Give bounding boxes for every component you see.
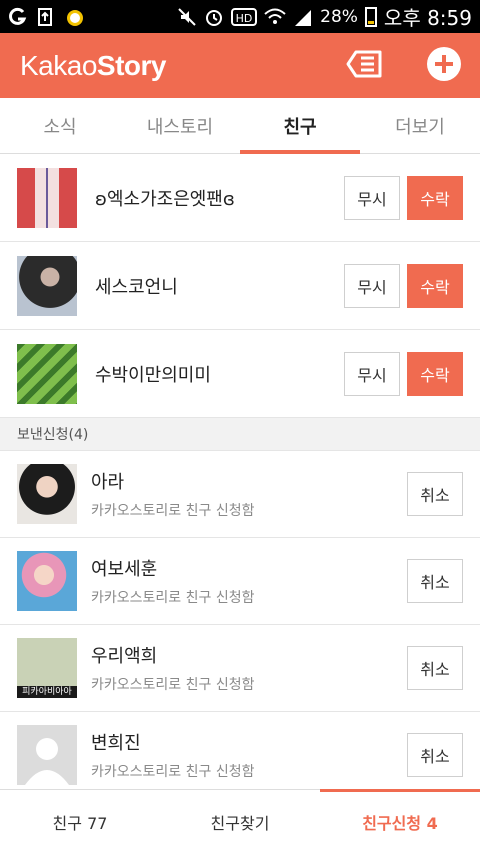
- ignore-button[interactable]: 무시: [344, 263, 400, 308]
- sent-request-row: 피카아비아아 우리액희 카카오스토리로 친구 신청함 취소: [0, 625, 480, 712]
- menu-list-icon[interactable]: [342, 44, 386, 88]
- app-notification-icon: [8, 7, 28, 27]
- accept-button[interactable]: 수락: [407, 351, 463, 396]
- tab-friends[interactable]: 친구: [240, 98, 360, 154]
- friend-request-row: 수박이만의미미 무시 수락: [0, 330, 480, 418]
- battery-icon: [364, 6, 377, 27]
- hd-icon: HD: [231, 7, 258, 27]
- tab-friends-count[interactable]: 친구 77: [0, 790, 160, 853]
- cancel-button[interactable]: 취소: [407, 472, 463, 516]
- requester-name: 수박이만의미미: [95, 364, 211, 386]
- request-status: 카카오스토리로 친구 신청함: [91, 764, 255, 780]
- recipient-name: 변희진: [91, 733, 141, 754]
- accept-button[interactable]: 수락: [407, 175, 463, 220]
- sent-requests-header: 보낸신청(4): [0, 418, 480, 451]
- request-status: 카카오스토리로 친구 신청함: [91, 677, 255, 693]
- recipient-name: 아라: [91, 472, 125, 493]
- default-person-icon: [17, 725, 77, 785]
- file-upload-icon: [36, 7, 56, 27]
- add-post-icon[interactable]: [426, 46, 462, 86]
- avatar[interactable]: [17, 255, 77, 316]
- request-status: 카카오스토리로 친구 신청함: [91, 590, 255, 606]
- friend-request-row: ʚ엑소가조은엣팬ɞ 무시 수락: [0, 154, 480, 242]
- requester-name: ʚ엑소가조은엣팬ɞ: [95, 188, 235, 210]
- cancel-button[interactable]: 취소: [407, 646, 463, 690]
- status-bar: HD 28% 오후 8:59: [0, 0, 480, 33]
- cancel-button[interactable]: 취소: [407, 733, 463, 777]
- ignore-button[interactable]: 무시: [344, 175, 400, 220]
- avatar[interactable]: [17, 167, 77, 228]
- recipient-name: 우리액희: [91, 646, 158, 667]
- tab-more[interactable]: 더보기: [360, 98, 480, 153]
- app-logo: KakaoStory: [20, 50, 166, 82]
- avatar[interactable]: 피카아비아아: [17, 638, 77, 698]
- sent-request-row: 여보세훈 카카오스토리로 친구 신청함 취소: [0, 538, 480, 625]
- avatar-placeholder[interactable]: [17, 725, 77, 785]
- accept-button[interactable]: 수락: [407, 263, 463, 308]
- wifi-icon: [264, 8, 286, 26]
- tab-my-story[interactable]: 내스토리: [120, 98, 240, 153]
- tab-news[interactable]: 소식: [0, 98, 120, 153]
- avatar-caption: 피카아비아아: [22, 687, 72, 697]
- battery-percent: 28%: [320, 6, 358, 27]
- logo-kakao: Kakao: [20, 49, 97, 81]
- bottom-tabs: 친구 77 친구찾기 친구신청 4: [0, 789, 480, 853]
- avatar[interactable]: [17, 464, 77, 524]
- request-status: 카카오스토리로 친구 신청함: [91, 503, 255, 519]
- alarm-clock-app-icon: [64, 6, 86, 28]
- svg-text:HD: HD: [236, 12, 253, 25]
- recipient-name: 여보세훈: [91, 559, 158, 580]
- sent-request-row: 변희진 카카오스토리로 친구 신청함 취소: [0, 712, 480, 799]
- requester-name: 세스코언니: [95, 276, 178, 298]
- tab-friend-requests[interactable]: 친구신청 4: [320, 789, 480, 853]
- mute-icon: [177, 7, 197, 27]
- app-bar: KakaoStory: [0, 33, 480, 98]
- cancel-button[interactable]: 취소: [407, 559, 463, 603]
- signal-icon: [293, 8, 313, 26]
- friend-request-row: 세스코언니 무시 수락: [0, 242, 480, 330]
- tab-find-friends[interactable]: 친구찾기: [160, 790, 320, 853]
- ignore-button[interactable]: 무시: [344, 351, 400, 396]
- alarm-icon: [204, 7, 224, 27]
- avatar[interactable]: [17, 551, 77, 611]
- sent-request-row: 아라 카카오스토리로 친구 신청함 취소: [0, 451, 480, 538]
- top-tabs: 소식 내스토리 친구 더보기: [0, 98, 480, 154]
- avatar[interactable]: [17, 343, 77, 404]
- clock: 오후 8:59: [383, 6, 472, 30]
- logo-story: Story: [96, 49, 167, 81]
